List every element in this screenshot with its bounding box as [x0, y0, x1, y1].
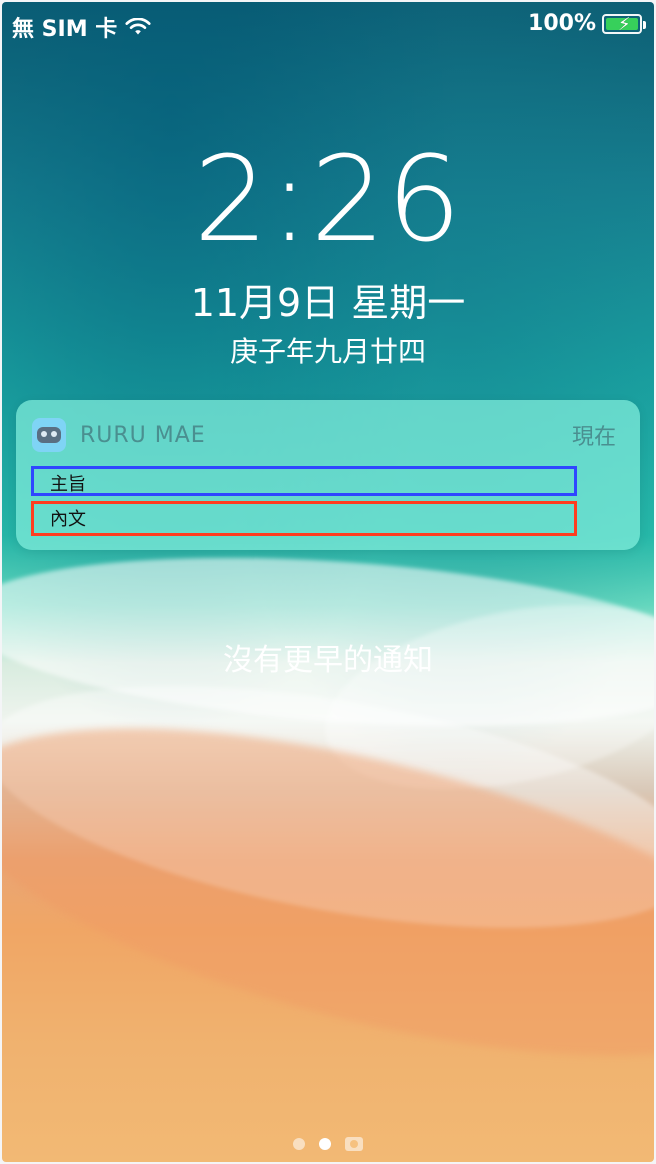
lunar-date-label: 庚子年九月廿四 — [229, 335, 426, 368]
clock-time: 2:26 — [193, 130, 463, 268]
camera-icon — [345, 1137, 363, 1151]
no-earlier-notifications: 沒有更早的通知 — [223, 643, 433, 678]
lock-screen: 無 SIM 卡 100% ⚡ 2:26 11月9日 星期一 庚子年九月廿四 RU… — [2, 2, 654, 1162]
page-dot — [293, 1138, 305, 1150]
carrier-status: 無 SIM 卡 — [12, 11, 151, 43]
battery-percent: 100% — [528, 11, 596, 36]
charging-icon: ⚡ — [618, 13, 631, 35]
notification-time: 現在 — [571, 425, 616, 450]
wifi-icon — [125, 18, 151, 35]
notification-body: 內文 — [31, 501, 577, 536]
notification-card[interactable]: RURU MAE 現在 主旨 內文 — [16, 400, 640, 550]
subject-text: 主旨 — [50, 474, 86, 495]
carrier-label: 無 SIM 卡 — [12, 17, 118, 42]
battery-icon: ⚡ — [602, 13, 646, 35]
status-bar: 無 SIM 卡 100% ⚡ — [2, 2, 654, 46]
robot-app-icon — [32, 418, 66, 452]
date-label: 11月9日 星期一 — [190, 281, 466, 325]
app-name: RURU MAE — [80, 422, 206, 448]
robot-eye-icon — [41, 431, 47, 437]
body-text: 內文 — [50, 509, 86, 530]
robot-eye-icon — [51, 431, 57, 437]
page-indicator — [2, 1133, 654, 1155]
robot-face-icon — [37, 427, 61, 443]
page-dot-active — [319, 1138, 331, 1150]
battery-status: 100% ⚡ — [528, 11, 646, 36]
notification-header: RURU MAE 現在 — [32, 418, 616, 452]
notification-subject: 主旨 — [31, 466, 577, 496]
